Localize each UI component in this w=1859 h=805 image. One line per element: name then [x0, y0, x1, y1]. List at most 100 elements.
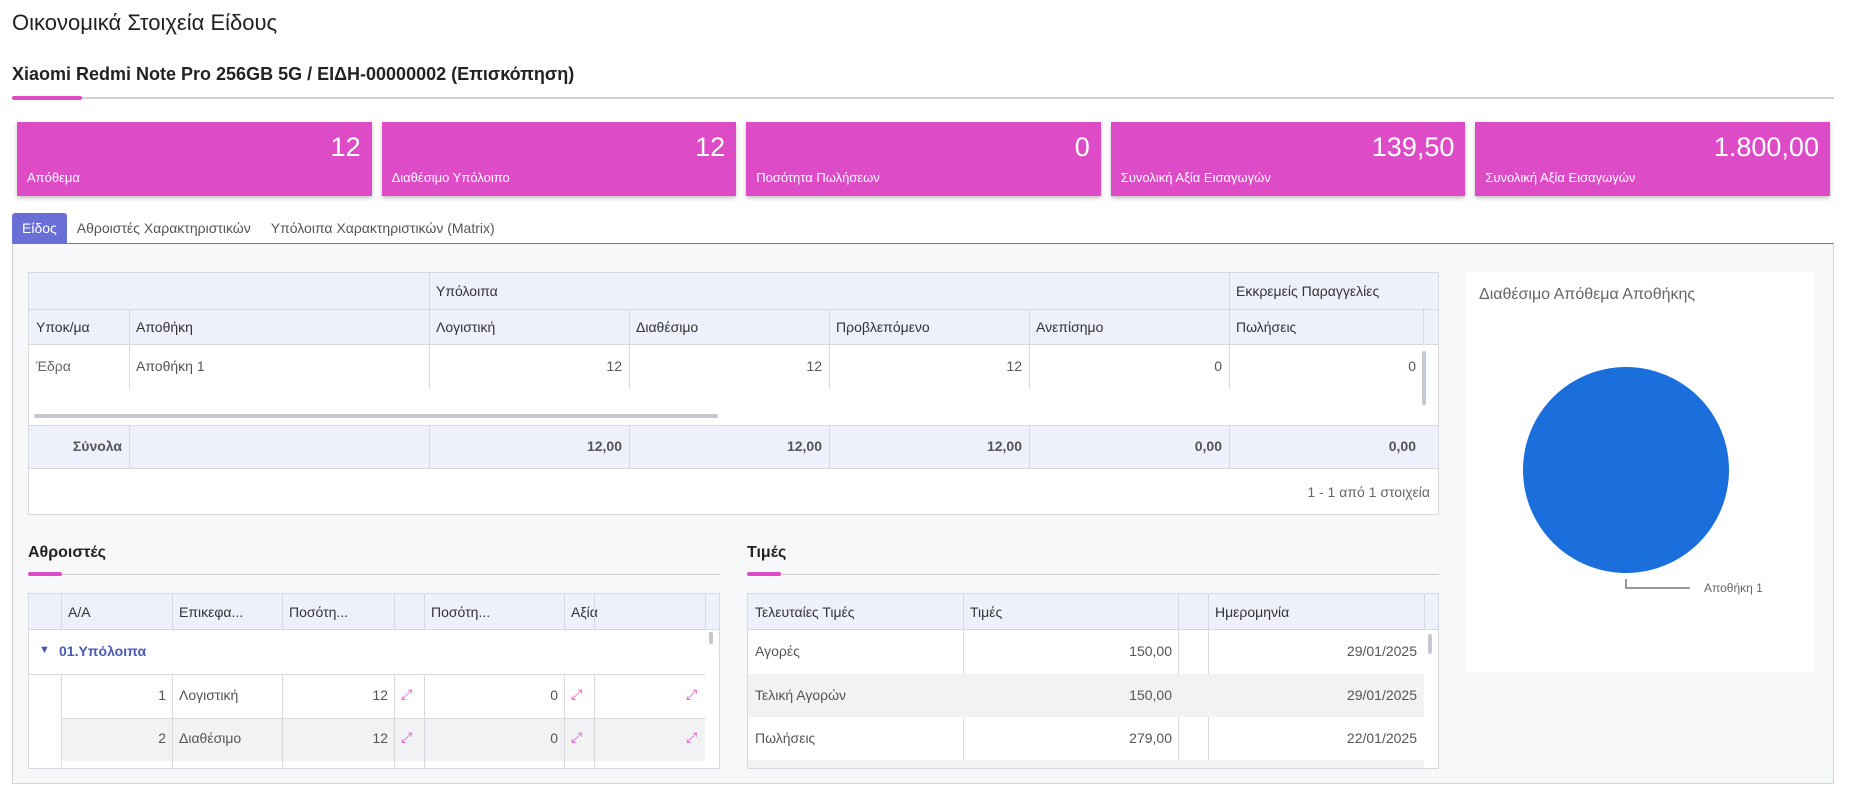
group-header-balances: Υπόλοιπα [436, 283, 498, 299]
kpi-card-import-value-total: 1.800,00 Συνολική Αξία Εισαγωγών [1475, 122, 1830, 196]
cell-price-label: Τελική Αγορών [755, 687, 847, 703]
col-divider [564, 594, 565, 630]
pie-chart: Αποθήκη 1 [1523, 367, 1763, 595]
vertical-scrollbar[interactable] [709, 632, 713, 644]
col-header-subsidiary[interactable]: Υποκ/μα [36, 319, 90, 335]
kpi-label: Συνολική Αξία Εισαγωγών [1485, 170, 1636, 185]
col-header-qty2[interactable]: Ποσότη... [431, 604, 490, 620]
cell-heading: Λογιστική [179, 687, 239, 703]
col-header-available[interactable]: Διαθέσιμο [636, 319, 698, 335]
subtitle-divider [12, 97, 1834, 99]
col-header-accounting[interactable]: Λογιστική [436, 319, 495, 335]
col-header-qty1[interactable]: Ποσότη... [289, 604, 348, 620]
section-divider [747, 574, 1439, 575]
col-header-aa[interactable]: Α/Α [68, 604, 91, 620]
col-header-unofficial[interactable]: Ανεπίσημο [1036, 319, 1103, 335]
section-title-accumulators: Αθροιστές [28, 544, 106, 561]
col-header-warehouse[interactable]: Αποθήκη [136, 319, 193, 335]
cell-price-label: Πωλήσεις [755, 730, 816, 746]
col-divider [594, 594, 595, 630]
col-divider [1423, 309, 1424, 345]
cell-price-label: Αγορές [755, 643, 800, 659]
col-divider [424, 594, 425, 630]
kpi-card-available: 12 Διαθέσιμο Υπόλοιπο [381, 122, 737, 196]
col-divider [705, 594, 706, 630]
col-header-date[interactable]: Ημερομηνία [1215, 604, 1289, 620]
col-divider [629, 309, 630, 345]
expand-diagonal-icon[interactable]: ⤢ [571, 686, 582, 703]
col-divider [1229, 345, 1230, 389]
balances-grid: Υπόλοιπα Εκκρεμείς Παραγγελίες Υποκ/μα Α… [28, 272, 1439, 515]
subtitle-accent [12, 96, 82, 100]
section-divider [28, 574, 720, 575]
kpi-value: 1.800,00 [1713, 132, 1819, 162]
expand-diagonal-icon[interactable]: ⤢ [401, 686, 412, 703]
col-divider [1229, 273, 1230, 345]
tab-strip: Είδος Αθροιστές Χαρακτηριστικών Υπόλοιπα… [12, 213, 505, 243]
item-subtitle: Xiaomi Redmi Note Pro 256GB 5G / ΕΙΔΗ-00… [12, 64, 575, 84]
vertical-scrollbar[interactable] [1422, 351, 1426, 405]
prices-grid: Τελευταίες Τιμές Τιμές Ημερομηνία Αγορές… [747, 593, 1439, 769]
col-divider [282, 674, 283, 768]
col-header-last-prices[interactable]: Τελευταίες Τιμές [755, 604, 855, 620]
cell-unofficial: 0 [1214, 358, 1222, 374]
total-forecast: 12,00 [986, 438, 1022, 454]
pager-info: 1 - 1 από 1 στοιχεία [1307, 484, 1430, 500]
col-header-prices[interactable]: Τιμές [970, 604, 1002, 620]
expand-diagonal-icon[interactable]: ⤢ [686, 729, 697, 746]
cell-price-value: 150,00 [1129, 643, 1172, 659]
tab-characteristics-accumulators[interactable]: Αθροιστές Χαρακτηριστικών [67, 213, 261, 243]
warehouse-stock-chart: Διαθέσιμο Απόθεμα Αποθήκης Αποθήκη 1 [1465, 272, 1815, 672]
col-divider [564, 674, 565, 768]
kpi-label: Απόθεμα [27, 170, 80, 185]
expand-diagonal-icon[interactable]: ⤢ [571, 729, 582, 746]
cell-warehouse: Αποθήκη 1 [136, 358, 205, 374]
col-header-forecast[interactable]: Προβλεπόμενο [836, 319, 930, 335]
cell-qty1: 12 [372, 730, 388, 746]
section-accent [28, 572, 62, 576]
triangle-down-icon[interactable]: ▼ [39, 644, 50, 656]
pie-leader-line [1625, 579, 1690, 589]
kpi-value: 12 [330, 132, 361, 162]
tab-characteristics-matrix[interactable]: Υπόλοιπα Χαρακτηριστικών (Matrix) [261, 213, 505, 243]
col-header-heading[interactable]: Επικεφα... [179, 604, 243, 620]
table-row-alt [748, 760, 1424, 768]
cell-price-value: 279,00 [1129, 730, 1172, 746]
kpi-value: 0 [1074, 132, 1090, 162]
col-divider [829, 345, 830, 389]
expand-diagonal-icon[interactable]: ⤢ [686, 686, 697, 703]
row-divider [29, 674, 705, 675]
col-divider [172, 594, 173, 630]
cell-available: 12 [806, 358, 822, 374]
col-divider [1424, 594, 1425, 630]
kpi-label: Διαθέσιμο Υπόλοιπο [391, 170, 510, 185]
tab-panel: Υπόλοιπα Εκκρεμείς Παραγγελίες Υποκ/μα Α… [12, 243, 1834, 784]
cell-aa: 2 [158, 730, 166, 746]
kpi-cards: 12 Απόθεμα 12 Διαθέσιμο Υπόλοιπο 0 Ποσότ… [17, 122, 1830, 196]
cell-subsidiary: Έδρα [36, 358, 71, 374]
cell-heading: Διαθέσιμο [179, 730, 242, 746]
section-title-prices: Τιμές [747, 544, 787, 561]
col-divider [1029, 345, 1030, 389]
horizontal-scrollbar[interactable] [34, 414, 718, 418]
col-header-sales[interactable]: Πωλήσεις [1236, 319, 1296, 335]
col-divider [594, 674, 595, 768]
col-divider [1029, 309, 1030, 345]
accumulators-grid: Α/Α Επικεφα... Ποσότη... Ποσότη... Αξία … [28, 593, 720, 769]
vertical-scrollbar[interactable] [1428, 634, 1432, 654]
kpi-label: Συνολική Αξία Εισαγωγών [1120, 170, 1271, 185]
col-divider [429, 273, 430, 345]
cell-accounting: 12 [606, 358, 622, 374]
col-divider [61, 594, 62, 630]
group-row-label: 01.Υπόλοιπα [59, 643, 147, 659]
cell-qty2: 0 [550, 687, 558, 703]
cell-forecast: 12 [1006, 358, 1022, 374]
cell-price-value: 150,00 [1129, 687, 1172, 703]
col-divider [1029, 425, 1030, 469]
kpi-card-stock: 12 Απόθεμα [17, 122, 372, 196]
tab-item[interactable]: Είδος [12, 213, 67, 243]
cell-qty1: 12 [372, 687, 388, 703]
pie-slice[interactable] [1523, 367, 1729, 573]
expand-diagonal-icon[interactable]: ⤢ [401, 729, 412, 746]
col-divider [629, 425, 630, 469]
